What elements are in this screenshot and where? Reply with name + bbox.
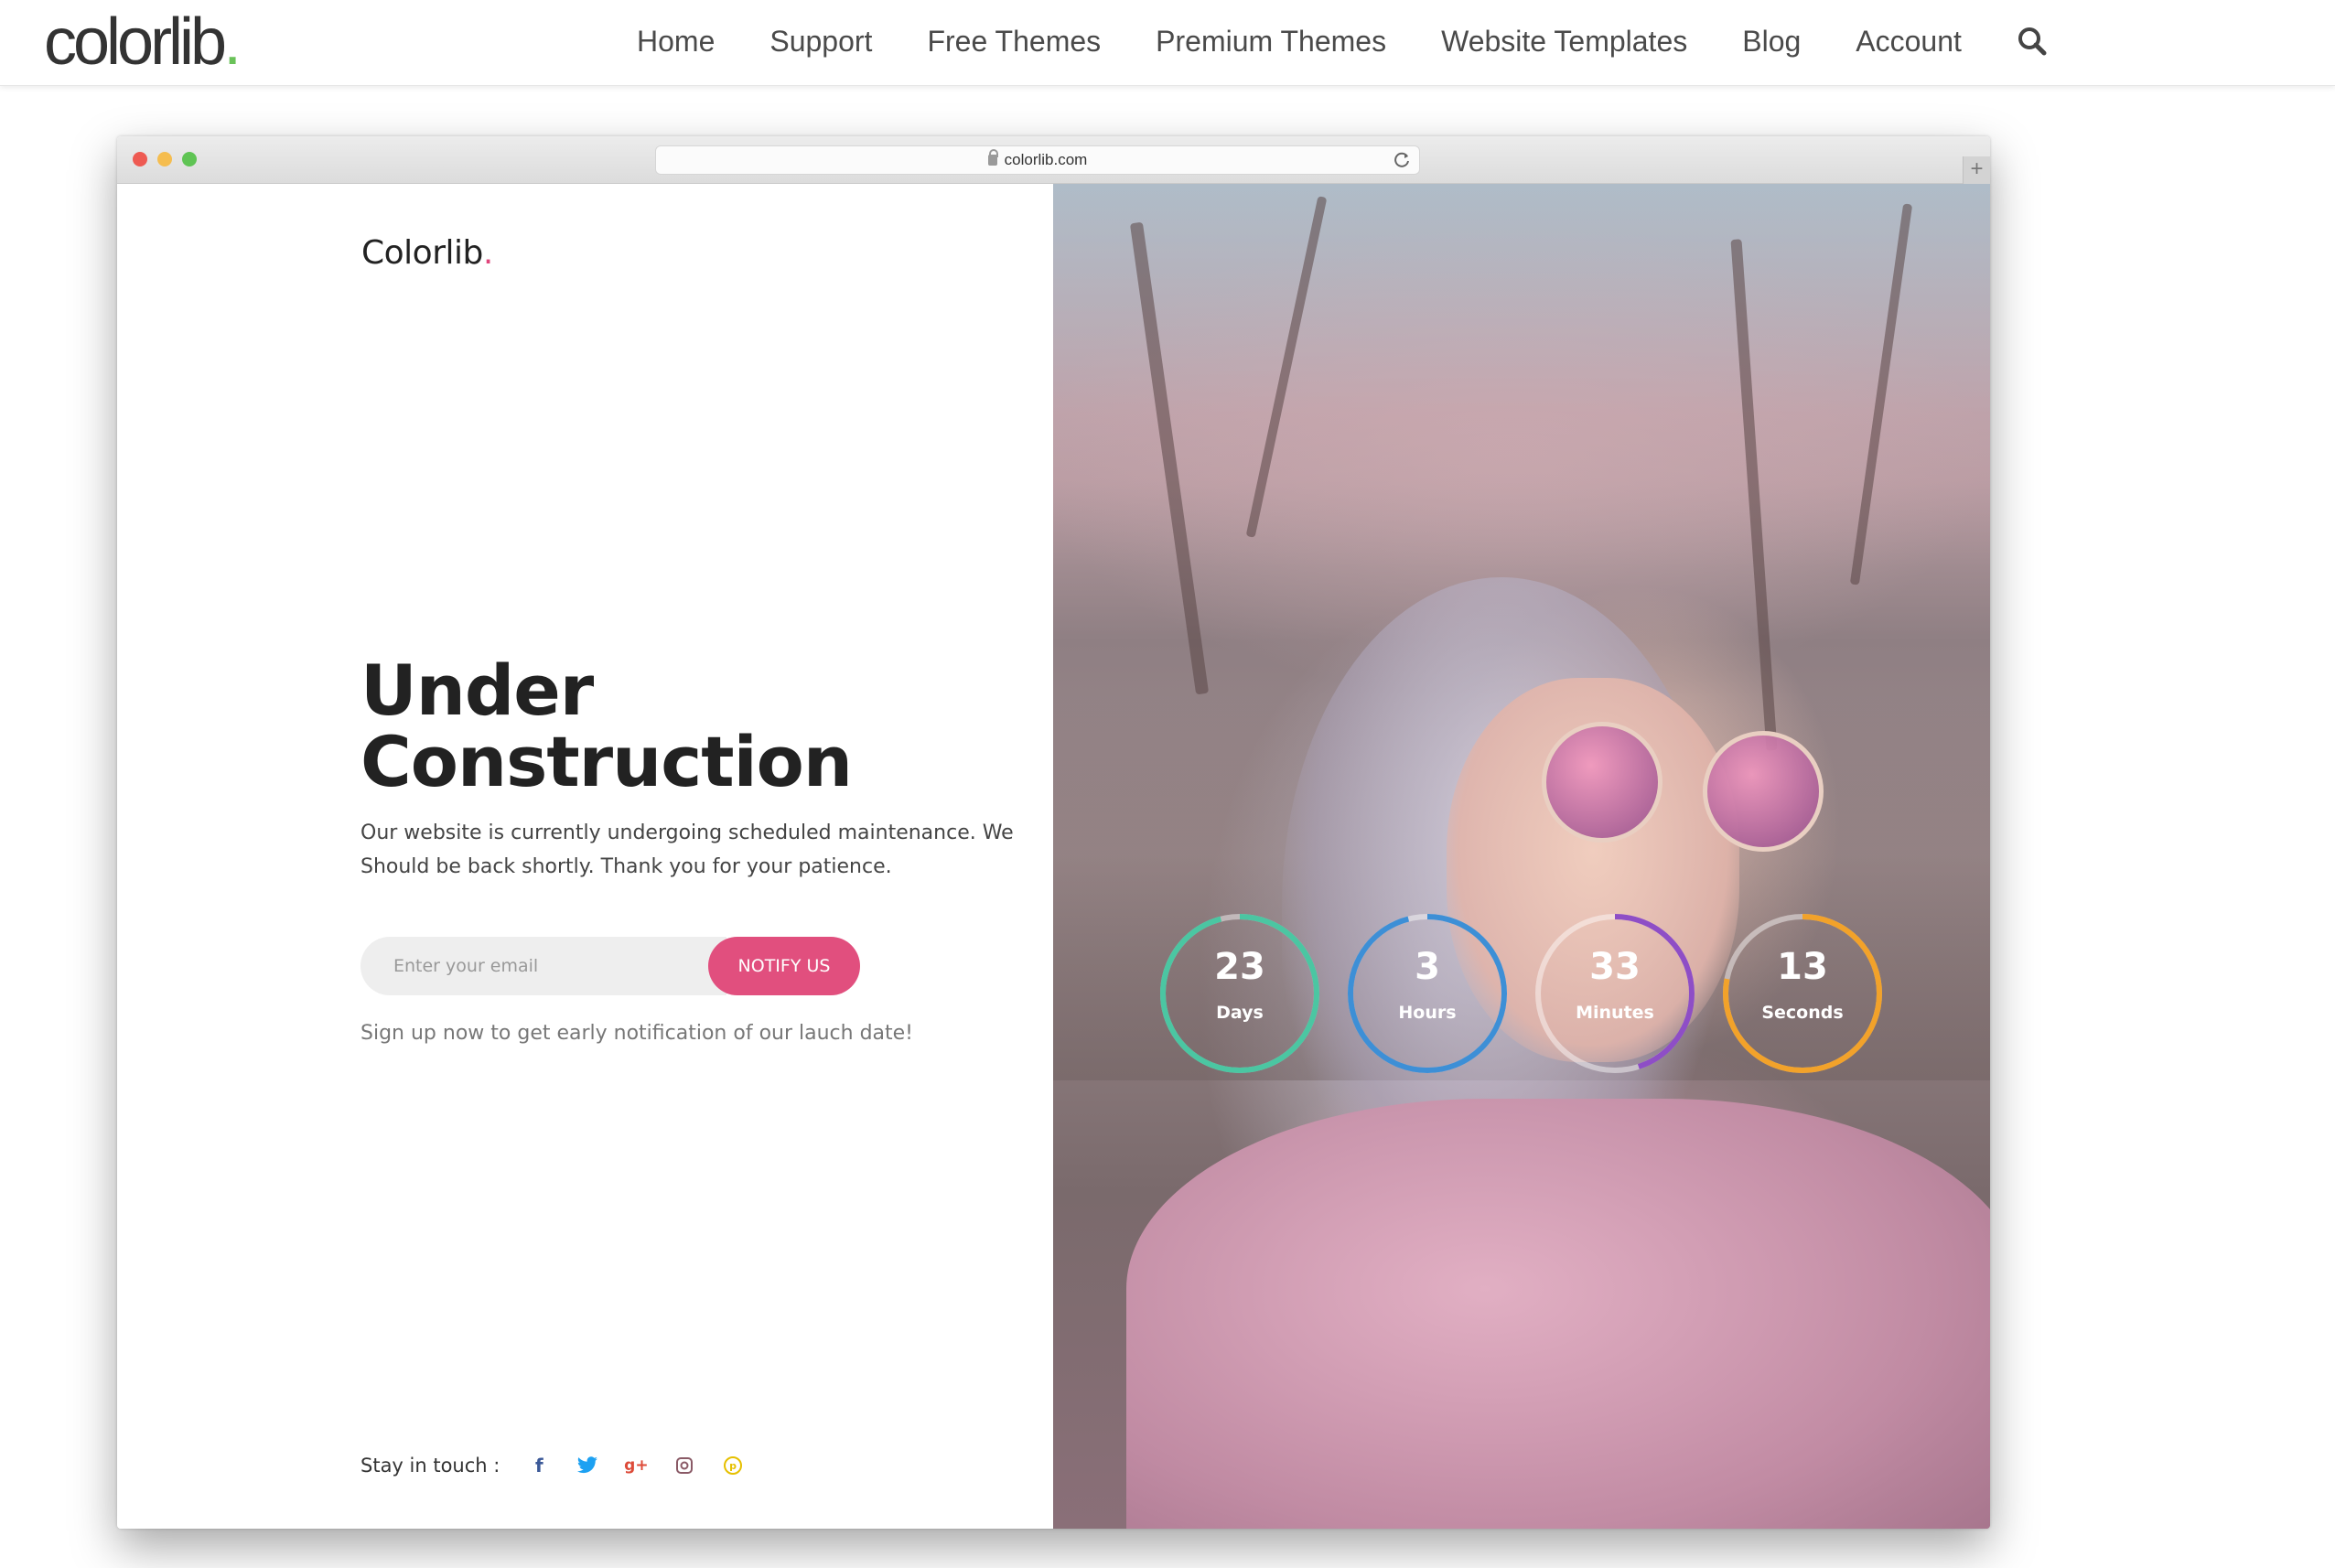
maintenance-description: Our website is currently undergoing sche… [360, 822, 1014, 878]
main-nav: Home Support Free Themes Premium Themes … [637, 0, 2048, 82]
site-logo[interactable]: colorlib. [44, 4, 242, 81]
countdown-hours: 3 Hours [1345, 911, 1510, 1076]
site-logo-text: colorlib [44, 5, 227, 79]
countdown-ring [1160, 914, 1319, 1073]
page-title-line2: Construction [360, 721, 853, 802]
countdown-seconds: 13 Seconds [1720, 911, 1885, 1076]
nav-website-templates[interactable]: Website Templates [1441, 25, 1687, 59]
facebook-icon[interactable]: f [527, 1454, 551, 1477]
twitter-icon[interactable] [576, 1454, 599, 1477]
countdown-ring [1348, 914, 1507, 1073]
countdown-ring-progress [1348, 914, 1507, 1073]
notify-form: NOTIFY US [360, 937, 860, 995]
page-title-line1: Under [360, 650, 594, 731]
pinterest-icon[interactable]: p [721, 1454, 745, 1477]
page-title: Under Construction [360, 655, 1001, 798]
notify-button[interactable]: NOTIFY US [708, 937, 860, 995]
page-left-panel: Colorlib. Under Construction Our website… [117, 184, 1053, 1529]
countdown-ring-progress [1160, 914, 1319, 1073]
svg-text:p: p [729, 1460, 737, 1472]
site-logo-dot: . [223, 5, 242, 79]
email-input[interactable] [360, 937, 726, 995]
address-bar[interactable]: colorlib.com [655, 145, 1420, 175]
countdown-minutes: 33 Minutes [1533, 911, 1697, 1076]
countdown-value: 23 [1214, 946, 1265, 988]
countdown-label: Hours [1398, 1003, 1457, 1023]
countdown-label: Days [1216, 1003, 1264, 1023]
social-links: Stay in touch : f g+ p [360, 1454, 769, 1477]
browser-mockup: colorlib.com + Colorlib. Under Construct… [117, 136, 1990, 1529]
lock-icon [987, 149, 998, 166]
browser-toolbar: colorlib.com + [117, 136, 1990, 184]
countdown-value: 3 [1415, 946, 1440, 988]
signup-note: Sign up now to get early notification of… [360, 1022, 914, 1045]
site-header: colorlib. Home Support Free Themes Premi… [0, 0, 2335, 86]
brand-dot: . [482, 234, 493, 272]
stay-in-touch-label: Stay in touch : [360, 1455, 500, 1477]
instagram-icon[interactable] [673, 1454, 696, 1477]
nav-home[interactable]: Home [637, 25, 715, 59]
countdown-value: 13 [1777, 946, 1828, 988]
brand-text: Colorlib [361, 234, 483, 272]
brand-logo[interactable]: Colorlib. [361, 234, 493, 272]
countdown-label: Minutes [1576, 1003, 1654, 1023]
google-plus-icon[interactable]: g+ [624, 1454, 648, 1477]
nav-support[interactable]: Support [769, 25, 872, 59]
nav-account[interactable]: Account [1856, 25, 1962, 59]
countdown-ring [1723, 914, 1882, 1073]
nav-blog[interactable]: Blog [1742, 25, 1801, 59]
new-tab-button[interactable]: + [1963, 156, 1990, 184]
url-text: colorlib.com [1004, 151, 1088, 168]
reload-icon[interactable] [1393, 151, 1412, 169]
minimize-window-icon[interactable] [157, 152, 172, 166]
countdown-days: 23 Days [1157, 911, 1322, 1076]
countdown-label: Seconds [1761, 1003, 1844, 1023]
search-icon[interactable] [2017, 26, 2048, 57]
nav-free-themes[interactable]: Free Themes [927, 25, 1101, 59]
countdown-value: 33 [1589, 946, 1641, 988]
countdown-ring [1535, 914, 1695, 1073]
countdown: 23 Days 3 Hours 33 Minutes 13 Seconds [1053, 184, 1990, 1529]
nav-premium-themes[interactable]: Premium Themes [1156, 25, 1386, 59]
close-window-icon[interactable] [133, 152, 147, 166]
maximize-window-icon[interactable] [182, 152, 197, 166]
